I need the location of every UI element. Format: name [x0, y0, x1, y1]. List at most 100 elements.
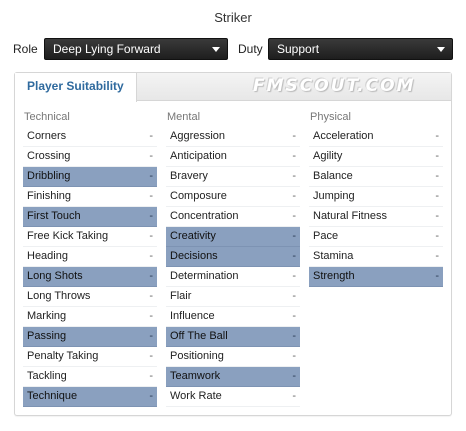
attribute-value: -	[149, 250, 153, 262]
attribute-name: Crossing	[27, 150, 71, 162]
attribute-row: Crossing -	[23, 147, 157, 167]
attribute-name: Natural Fitness	[313, 210, 387, 222]
attribute-name: Composure	[170, 190, 227, 202]
physical-column: Physical Acceleration - Agility - Balance - Ju…	[309, 109, 443, 287]
attribute-row: Work Rate -	[166, 387, 300, 407]
attribute-row: Marking -	[23, 307, 157, 327]
attribute-row: Strength -	[309, 267, 443, 287]
attribute-value: -	[292, 170, 296, 182]
attribute-row: Penalty Taking -	[23, 347, 157, 367]
attribute-value: -	[149, 170, 153, 182]
attribute-value: -	[435, 210, 439, 222]
attribute-row: Corners -	[23, 127, 157, 147]
attribute-value: -	[292, 370, 296, 382]
attribute-row: Bravery -	[166, 167, 300, 187]
attribute-value: -	[149, 330, 153, 342]
attribute-row: Pace -	[309, 227, 443, 247]
role-dropdown-value: Deep Lying Forward	[53, 42, 161, 56]
duty-label: Duty	[238, 42, 263, 56]
attribute-name: Strength	[313, 270, 355, 282]
attribute-name: Work Rate	[170, 390, 222, 402]
attribute-name: Teamwork	[170, 370, 221, 382]
attribute-value: -	[292, 350, 296, 362]
role-dropdown[interactable]: Deep Lying Forward	[44, 38, 228, 60]
attribute-row: Concentration -	[166, 207, 300, 227]
attribute-row: Decisions -	[166, 247, 300, 267]
column-heading: Mental	[167, 111, 201, 123]
attribute-row: Technique -	[23, 387, 157, 407]
attribute-value: -	[292, 250, 296, 262]
attribute-value: -	[292, 190, 296, 202]
attribute-name: Heading	[27, 250, 68, 262]
column-heading: Technical	[24, 111, 70, 123]
attribute-row: Composure -	[166, 187, 300, 207]
attribute-name: Bravery	[170, 170, 208, 182]
attribute-name: Stamina	[313, 250, 354, 262]
attribute-value: -	[435, 230, 439, 242]
attribute-name: Off The Ball	[170, 330, 228, 342]
duty-dropdown-value: Support	[277, 42, 320, 56]
duty-dropdown[interactable]: Support	[268, 38, 453, 60]
attribute-name: Long Throws	[27, 290, 91, 302]
attribute-row: Heading -	[23, 247, 157, 267]
chevron-down-icon	[212, 47, 220, 52]
attribute-row: Free Kick Taking -	[23, 227, 157, 247]
attribute-value: -	[292, 230, 296, 242]
tab-player-suitability[interactable]: Player Suitability	[15, 73, 137, 102]
attribute-row: Natural Fitness -	[309, 207, 443, 227]
attribute-name: First Touch	[27, 210, 81, 222]
column-heading: Physical	[310, 111, 351, 123]
attribute-value: -	[292, 330, 296, 342]
attribute-row: Positioning -	[166, 347, 300, 367]
attribute-row: Creativity -	[166, 227, 300, 247]
attribute-row: Dribbling -	[23, 167, 157, 187]
attribute-value: -	[149, 210, 153, 222]
attribute-name: Concentration	[170, 210, 239, 222]
attribute-name: Flair	[170, 290, 192, 302]
attribute-value: -	[292, 290, 296, 302]
attribute-row: Long Shots -	[23, 267, 157, 287]
attribute-row: Determination -	[166, 267, 300, 287]
attribute-row: Balance -	[309, 167, 443, 187]
attribute-row: Influence -	[166, 307, 300, 327]
attribute-value: -	[435, 270, 439, 282]
attribute-name: Influence	[170, 310, 215, 322]
watermark-logo: FMSCOUT.COM	[253, 76, 416, 96]
attribute-row: Anticipation -	[166, 147, 300, 167]
attribute-row: Aggression -	[166, 127, 300, 147]
attribute-value: -	[292, 270, 296, 282]
attribute-name: Creativity	[170, 230, 216, 242]
technical-column: Technical Corners - Crossing - Dribbling - Fin…	[23, 109, 157, 407]
attribute-row: Long Throws -	[23, 287, 157, 307]
attribute-value: -	[149, 290, 153, 302]
attribute-row: Flair -	[166, 287, 300, 307]
attribute-row: Tackling -	[23, 367, 157, 387]
attribute-name: Acceleration	[313, 130, 374, 142]
attribute-value: -	[149, 310, 153, 322]
attribute-row: Teamwork -	[166, 367, 300, 387]
attribute-value: -	[435, 150, 439, 162]
attribute-name: Aggression	[170, 130, 226, 142]
mental-column: Mental Aggression - Anticipation - Bravery - C…	[166, 109, 300, 407]
attribute-value: -	[149, 190, 153, 202]
attribute-name: Anticipation	[170, 150, 227, 162]
attribute-name: Long Shots	[27, 270, 83, 282]
attribute-name: Determination	[170, 270, 239, 282]
attribute-value: -	[292, 150, 296, 162]
attribute-name: Agility	[313, 150, 343, 162]
attribute-name: Positioning	[170, 350, 224, 362]
attribute-name: Dribbling	[27, 170, 71, 182]
attribute-name: Penalty Taking	[27, 350, 99, 362]
attribute-name: Jumping	[313, 190, 355, 202]
attribute-name: Corners	[27, 130, 67, 142]
attribute-value: -	[149, 350, 153, 362]
attribute-name: Passing	[27, 330, 67, 342]
attribute-value: -	[435, 170, 439, 182]
attribute-value: -	[435, 250, 439, 262]
chevron-down-icon	[437, 47, 445, 52]
attribute-name: Free Kick Taking	[27, 230, 109, 242]
attribute-name: Pace	[313, 230, 339, 242]
role-label: Role	[13, 42, 38, 56]
attribute-value: -	[292, 130, 296, 142]
attribute-row: Passing -	[23, 327, 157, 347]
